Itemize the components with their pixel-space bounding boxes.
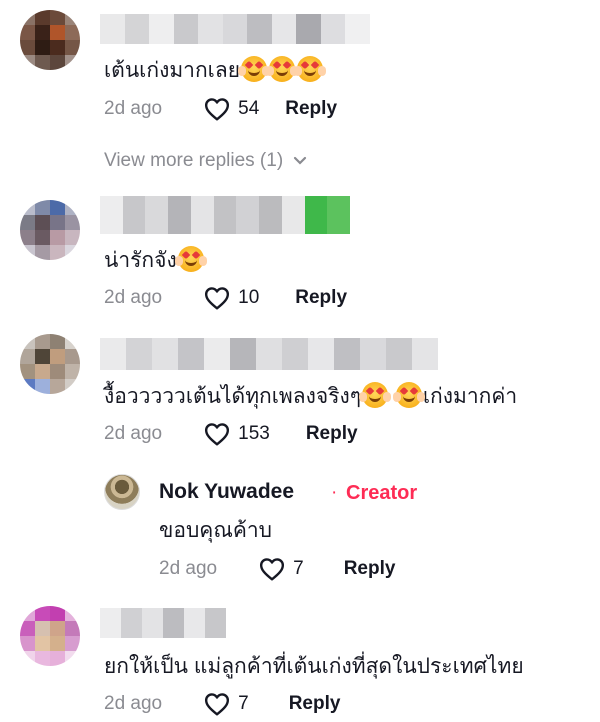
comment-text-after: เก่งมากค่า [422, 385, 518, 408]
view-more-label: View more replies (1) [104, 150, 284, 171]
like-count: 7 [238, 693, 249, 714]
avatar[interactable] [20, 606, 80, 666]
username-redacted[interactable] [100, 608, 226, 638]
comment-text: ยกให้เป็น แม่ลูกค้าที่เต้นเก่งที่สุดในปร… [104, 655, 524, 678]
reply-button[interactable]: Reply [285, 98, 337, 120]
reply-button[interactable]: Reply [289, 693, 341, 715]
timestamp: 2d ago [104, 693, 163, 714]
reply-text: ขอบคุณค้าบ [159, 519, 272, 542]
like-count: 7 [293, 558, 304, 579]
heart-eyes-emoji [174, 246, 204, 272]
view-more-replies-button[interactable]: View more replies (1) [104, 150, 307, 172]
like-count: 10 [238, 287, 260, 308]
like-button[interactable]: 54 [204, 97, 259, 121]
username-redacted[interactable] [100, 338, 438, 370]
heart-eyes-emoji [359, 382, 389, 408]
like-count: 54 [238, 98, 260, 119]
creator-avatar[interactable] [104, 474, 140, 510]
comment-text: น่ารักจัง [104, 244, 205, 277]
comment-text: เต้นเก่งมากเลย [104, 54, 324, 87]
username-redacted[interactable] [100, 14, 370, 44]
avatar[interactable] [20, 10, 80, 70]
reply-button[interactable]: Reply [295, 287, 347, 309]
creator-badge: Creator [346, 482, 418, 504]
avatar[interactable] [20, 200, 80, 260]
comment-meta: 2d ago 54 Reply [104, 94, 337, 124]
comment-text-before: งื้อวววววเต้นได้ทุกเพลงจริงๆ [104, 385, 362, 408]
comment-meta: 2d ago 10 Reply [104, 283, 347, 313]
heart-eyes-emoji [392, 382, 422, 408]
heart-icon [205, 98, 230, 121]
timestamp: 2d ago [104, 98, 163, 119]
heart-eyes-emoji [266, 56, 296, 82]
like-button[interactable]: 7 [204, 692, 249, 716]
username-redacted[interactable] [100, 196, 350, 234]
heart-icon [205, 287, 230, 310]
comment-text-content: น่ารักจัง [104, 249, 177, 272]
comment-meta: 2d ago 7 Reply [104, 689, 340, 719]
comment-text-content: เต้นเก่งมากเลย [104, 59, 241, 82]
heart-icon [205, 693, 230, 716]
reply-button[interactable]: Reply [306, 423, 358, 445]
chevron-down-icon [294, 156, 307, 165]
like-button[interactable]: 153 [204, 422, 270, 446]
like-count: 153 [238, 423, 270, 444]
separator-dot: · [331, 482, 338, 503]
comment-text: งื้อวววววเต้นได้ทุกเพลงจริงๆ เก่งมากค่า [104, 380, 517, 413]
like-button[interactable]: 7 [259, 557, 304, 581]
like-button[interactable]: 10 [204, 286, 259, 310]
timestamp: 2d ago [159, 558, 218, 579]
creator-name[interactable]: Nok Yuwadee [159, 480, 294, 504]
heart-eyes-emoji [294, 56, 324, 82]
heart-icon [205, 423, 230, 446]
heart-eyes-emoji [238, 56, 268, 82]
reply-meta: 2d ago 7 Reply [159, 554, 395, 584]
comment-meta: 2d ago 153 Reply [104, 419, 358, 449]
reply-button[interactable]: Reply [344, 558, 396, 580]
timestamp: 2d ago [104, 423, 163, 444]
timestamp: 2d ago [104, 287, 163, 308]
avatar[interactable] [20, 334, 80, 394]
heart-icon [260, 558, 285, 581]
